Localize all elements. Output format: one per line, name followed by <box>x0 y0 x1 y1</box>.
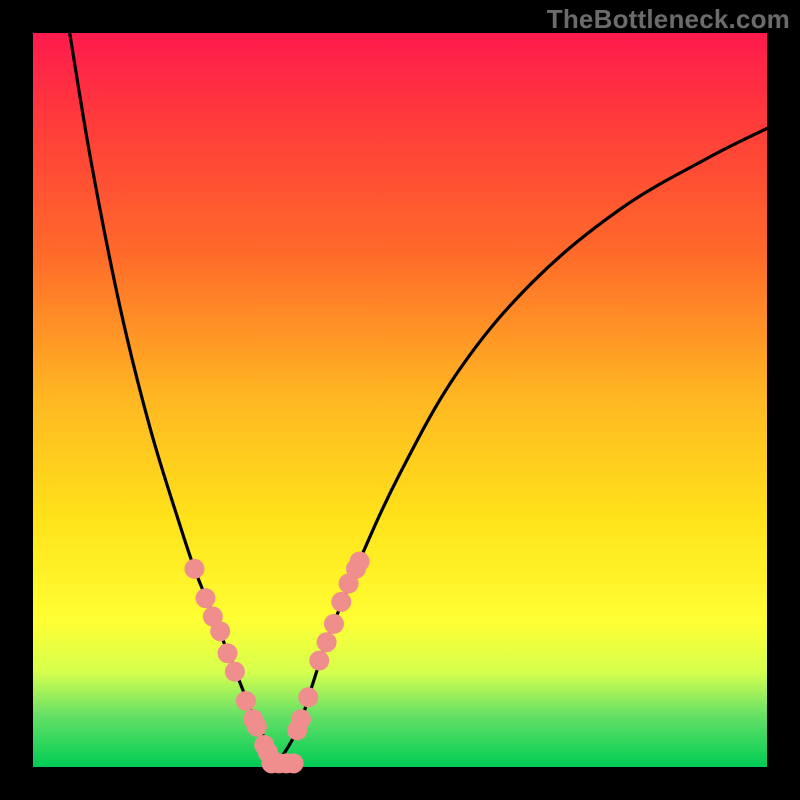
curve-right <box>275 128 767 767</box>
marker-dot <box>350 551 370 571</box>
chart-svg <box>33 33 767 767</box>
curve-left-path <box>70 33 276 767</box>
chart-frame: TheBottleneck.com <box>0 0 800 800</box>
marker-dot <box>298 687 318 707</box>
watermark-text: TheBottleneck.com <box>547 4 790 35</box>
marker-dot <box>309 651 329 671</box>
marker-dot <box>291 709 311 729</box>
marker-dot <box>184 559 204 579</box>
marker-dot <box>236 691 256 711</box>
marker-dot <box>317 632 337 652</box>
curve-right-path <box>275 128 767 767</box>
curve-left <box>70 33 276 767</box>
markers <box>184 551 369 773</box>
marker-dot <box>284 753 304 773</box>
marker-dot <box>195 588 215 608</box>
marker-dot <box>247 717 267 737</box>
marker-dot <box>331 592 351 612</box>
marker-dot <box>210 621 230 641</box>
marker-dot <box>218 643 238 663</box>
marker-dot <box>225 662 245 682</box>
plot-area <box>33 33 767 767</box>
marker-dot <box>324 614 344 634</box>
